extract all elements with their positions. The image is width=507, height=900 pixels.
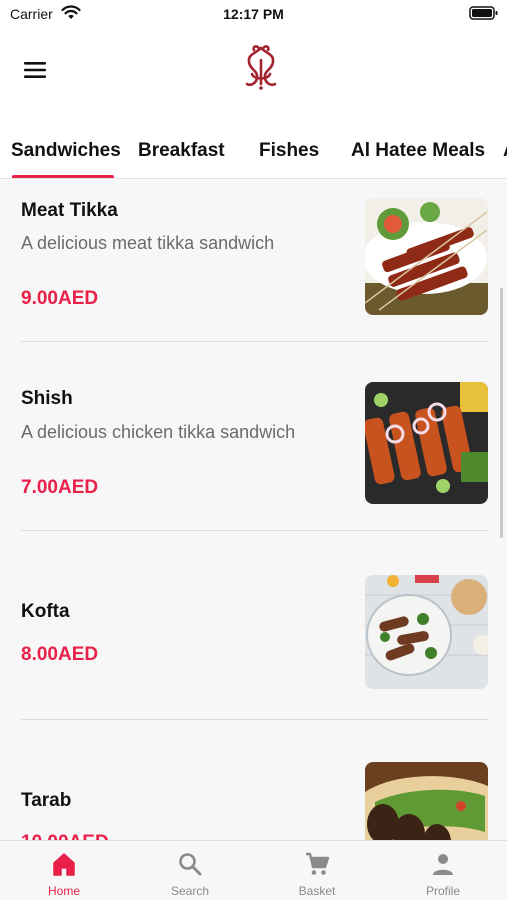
nav-profile-label: Profile <box>425 884 460 898</box>
status-bar: Carrier 12:17 PM <box>0 0 507 30</box>
restaurant-logo <box>245 45 277 90</box>
list-item[interactable]: Shish A delicious chicken tikka sandwich… <box>0 342 507 530</box>
item-price: 8.00AED <box>21 644 99 665</box>
home-icon <box>53 853 75 876</box>
item-name: Kofta <box>21 601 70 622</box>
item-price: 10.00AED <box>21 832 109 840</box>
category-tabs: Sandwiches Breakfast Fishes Al Hatee Mea… <box>0 120 507 179</box>
nav-home-label: Home <box>47 884 80 898</box>
item-price: 7.00AED <box>21 477 99 498</box>
item-description: A delicious chicken tikka sandwich <box>21 422 296 442</box>
nav-profile[interactable]: Profile <box>380 841 506 900</box>
list-item[interactable]: Tarab 10.00AED <box>0 720 507 840</box>
item-image-kofta <box>365 575 488 689</box>
item-description: A delicious meat tikka sandwich <box>21 233 275 253</box>
item-image-shish <box>365 382 488 504</box>
nav-search[interactable]: Search <box>127 841 253 900</box>
item-name: Meat Tikka <box>21 200 118 221</box>
item-name: Shish <box>21 388 73 409</box>
item-price: 9.00AED <box>21 288 99 309</box>
app-header <box>0 30 507 120</box>
nav-search-label: Search <box>170 884 210 898</box>
list-item[interactable]: Kofta 8.00AED <box>0 531 507 719</box>
menu-list: Meat Tikka A delicious meat tikka sandwi… <box>0 180 507 840</box>
status-clock: 12:17 PM <box>223 6 284 22</box>
cart-icon <box>306 852 330 875</box>
person-icon <box>433 854 453 875</box>
item-image-meat-tikka <box>365 198 488 315</box>
search-icon <box>179 853 202 876</box>
tab-sandwiches[interactable]: Sandwiches <box>11 140 121 162</box>
list-scrollbar[interactable] <box>500 288 503 538</box>
tab-breakfast[interactable]: Breakfast <box>138 140 225 162</box>
item-image-tarab <box>365 762 488 840</box>
nav-basket-label: Basket <box>298 884 336 898</box>
hamburger-menu-icon <box>24 62 46 78</box>
active-tab-indicator <box>12 175 114 178</box>
battery-icon <box>469 6 498 20</box>
nav-home[interactable]: Home <box>1 841 127 900</box>
tab-fishes[interactable]: Fishes <box>259 140 319 162</box>
list-item[interactable]: Meat Tikka A delicious meat tikka sandwi… <box>0 180 507 341</box>
menu-button[interactable] <box>22 58 48 82</box>
tab-next-partial: A <box>503 140 507 162</box>
nav-basket[interactable]: Basket <box>254 841 380 900</box>
item-name: Tarab <box>21 790 72 811</box>
bottom-navigation: Home Search Basket Profile <box>0 840 507 900</box>
tab-al-hatee-meals[interactable]: Al Hatee Meals <box>351 140 485 162</box>
